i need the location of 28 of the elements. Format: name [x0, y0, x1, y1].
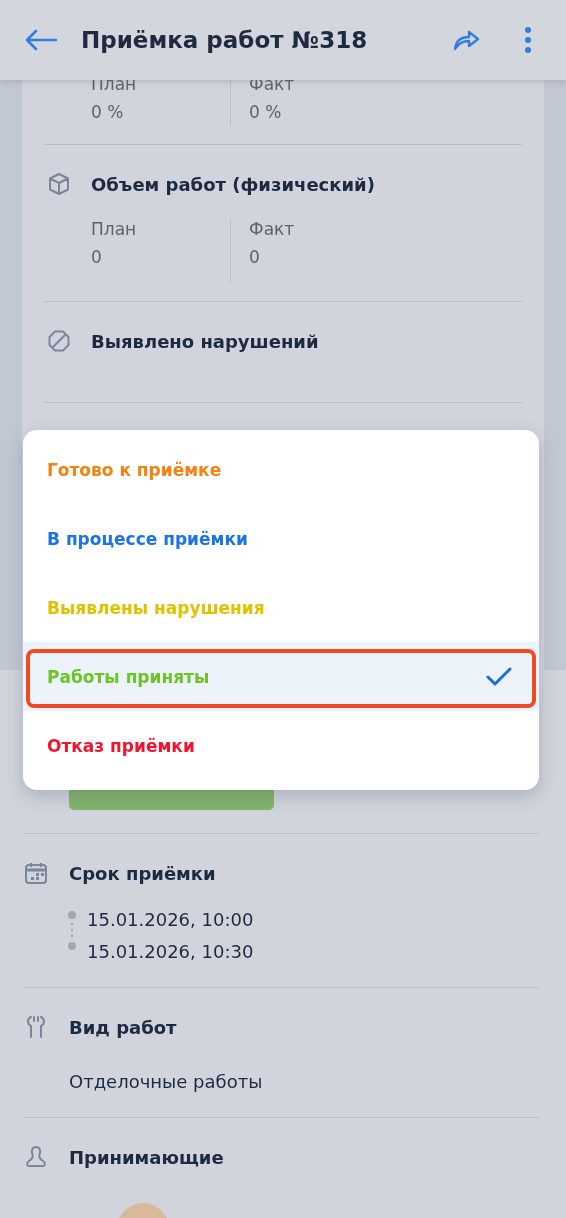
status-option[interactable]: Готово к приёмке — [23, 435, 539, 504]
prohibited-icon — [46, 328, 72, 354]
person-icon — [23, 1144, 49, 1170]
status-option[interactable]: Отказ приёмки — [23, 711, 539, 780]
section-title: Выявлено нарушений — [91, 330, 319, 352]
more-icon[interactable] — [524, 26, 532, 54]
cube-icon — [46, 171, 72, 197]
start-date: 15.01.2026, 10:00 — [87, 908, 254, 932]
section-title: Срок приёмки — [69, 862, 216, 884]
status-option[interactable]: В процессе приёмки — [23, 504, 539, 573]
metric-value: 0 % — [249, 102, 283, 122]
status-option[interactable]: Выявлены нарушения — [23, 573, 539, 642]
section-title: Объем работ (физический) — [91, 173, 375, 195]
metric-value: 0 % — [91, 102, 125, 122]
metric-value: 0 — [91, 247, 103, 267]
metric-label: Факт — [249, 219, 296, 239]
end-date: 15.01.2026, 10:30 — [87, 940, 254, 964]
check-icon — [486, 666, 512, 687]
screen-title: Приёмка работ №318 — [81, 27, 369, 53]
metric-label: План — [91, 219, 138, 239]
section-title: Вид работ — [69, 1016, 177, 1038]
work-type-value: Отделочные работы — [69, 1070, 264, 1094]
share-icon[interactable] — [452, 29, 480, 51]
section-title: Принимающие — [69, 1146, 224, 1168]
status-option[interactable]: Работы приняты — [23, 642, 539, 711]
metric-value: 0 — [249, 247, 261, 267]
calendar-icon — [23, 860, 49, 886]
back-icon[interactable] — [24, 28, 58, 52]
